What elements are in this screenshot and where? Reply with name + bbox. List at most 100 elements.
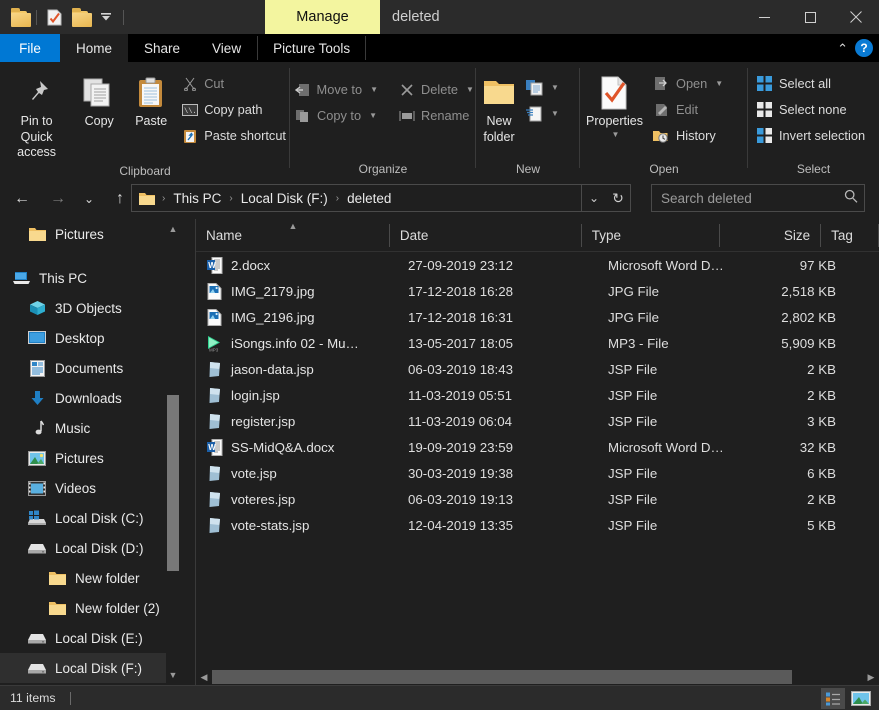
breadcrumb-item-local-disk-f[interactable]: Local Disk (F:) <box>238 191 331 206</box>
address-dropdown-button[interactable]: ⌄ <box>582 191 606 205</box>
file-name-cell[interactable]: vote.jsp <box>196 465 398 482</box>
table-row[interactable]: jason-data.jsp 06-03-2019 18:43 JSP File… <box>196 356 879 382</box>
details-view-button[interactable] <box>821 688 845 709</box>
invert-selection-button[interactable]: Invert selection <box>752 124 869 147</box>
sidebar-scrollbar[interactable]: ▲ ▼ <box>166 219 180 685</box>
breadcrumb-item-this-pc[interactable]: This PC <box>170 191 224 206</box>
easy-access-button[interactable]: ▼ <box>522 102 563 125</box>
sidebar-item-music[interactable]: Music <box>0 413 178 443</box>
file-name-cell[interactable]: W 2.docx <box>196 256 398 274</box>
select-none-button[interactable]: Select none <box>752 98 869 121</box>
maximize-button[interactable] <box>787 0 833 34</box>
chevron-down-icon-3[interactable]: ▼ <box>466 85 474 94</box>
recent-locations-button[interactable]: ⌄ <box>75 185 103 213</box>
tab-share[interactable]: Share <box>128 34 196 62</box>
tab-home[interactable]: Home <box>60 34 129 62</box>
tab-picture-tools[interactable]: Picture Tools <box>257 34 367 62</box>
sidebar-item-videos[interactable]: Videos <box>0 473 178 503</box>
forward-button[interactable]: → <box>44 185 72 213</box>
sidebar-item-local-disk-e[interactable]: Local Disk (E:) <box>0 623 178 653</box>
table-row[interactable]: W 2.docx 27-09-2019 23:12 Microsoft Word… <box>196 252 879 278</box>
move-to-button[interactable]: Move to ▼ <box>290 78 382 101</box>
sidebar-scrollbar-thumb[interactable] <box>167 395 179 571</box>
table-row[interactable]: IMG_2196.jpg 17-12-2018 16:31 JPG File 2… <box>196 304 879 330</box>
breadcrumb-item-deleted[interactable]: deleted <box>344 191 394 206</box>
paste-button[interactable]: Paste <box>125 70 177 132</box>
table-row[interactable]: vote-stats.jsp 12-04-2019 13:35 JSP File… <box>196 512 879 538</box>
chevron-up-icon[interactable]: ⌃ <box>837 42 848 55</box>
chevron-down-icon-2[interactable]: ▼ <box>369 111 377 120</box>
column-header-type[interactable]: Type <box>582 219 721 252</box>
sidebar-item-pictures-quick[interactable]: Pictures <box>0 219 178 249</box>
tab-view[interactable]: View <box>196 34 257 62</box>
scroll-up-arrow-icon[interactable]: ▲ <box>166 221 180 237</box>
chevron-down-icon-4[interactable]: ▼ <box>551 83 559 92</box>
pin-to-quick-access-button[interactable]: Pin to Quick access <box>0 70 73 163</box>
sidebar-item-local-disk-f[interactable]: Local Disk (F:) <box>0 653 178 683</box>
edit-button[interactable]: Edit <box>649 98 727 121</box>
table-row[interactable]: voteres.jsp 06-03-2019 19:13 JSP File 2 … <box>196 486 879 512</box>
paste-shortcut-button[interactable]: Paste shortcut <box>177 124 290 147</box>
sidebar-item-3d-objects[interactable]: 3D Objects <box>0 293 178 323</box>
sidebar-item-pictures[interactable]: Pictures <box>0 443 178 473</box>
delete-button[interactable]: Delete ▼ <box>394 78 478 101</box>
large-icons-view-button[interactable] <box>849 688 873 709</box>
sidebar-item-desktop[interactable]: Desktop <box>0 323 178 353</box>
file-name-cell[interactable]: IMG_2179.jpg <box>196 282 398 300</box>
new-folder-button[interactable]: New folder <box>476 70 522 147</box>
breadcrumb[interactable]: › This PC › Local Disk (F:) › deleted ⌄ … <box>131 184 631 212</box>
tab-file[interactable]: File <box>0 34 60 62</box>
properties-button[interactable]: Properties ▼ <box>580 70 649 142</box>
sidebar-item-new-folder-2[interactable]: New folder (2) <box>0 593 178 623</box>
new-item-button[interactable]: ▼ <box>522 76 563 99</box>
table-row[interactable]: register.jsp 11-03-2019 06:04 JSP File 3… <box>196 408 879 434</box>
file-name-cell[interactable]: register.jsp <box>196 413 398 430</box>
file-name-cell[interactable]: MP3 iSongs.info 02 - Mu… <box>196 335 398 352</box>
scroll-right-arrow-icon[interactable]: ▶ <box>863 669 879 685</box>
search-box[interactable] <box>651 184 865 212</box>
chevron-down-icon-7[interactable]: ▼ <box>715 79 723 88</box>
table-row[interactable]: IMG_2179.jpg 17-12-2018 16:28 JPG File 2… <box>196 278 879 304</box>
rename-button[interactable]: Rename <box>394 104 478 127</box>
search-icon[interactable] <box>844 189 858 208</box>
cut-button[interactable]: Cut <box>177 72 290 95</box>
hscroll-track[interactable] <box>212 670 863 684</box>
copy-to-button[interactable]: Copy to ▼ <box>290 104 382 127</box>
file-name-cell[interactable]: voteres.jsp <box>196 491 398 508</box>
column-header-name[interactable]: ▲ Name <box>196 219 390 252</box>
file-name-cell[interactable]: jason-data.jsp <box>196 361 398 378</box>
search-input[interactable] <box>661 190 844 206</box>
properties-icon[interactable] <box>41 4 67 30</box>
back-button[interactable]: ← <box>8 185 36 213</box>
table-row[interactable]: login.jsp 11-03-2019 05:51 JSP File 2 KB <box>196 382 879 408</box>
open-button[interactable]: Open ▼ <box>649 72 727 95</box>
copy-button[interactable]: Copy <box>73 70 125 132</box>
breadcrumb-sep-2[interactable]: › <box>331 193 344 204</box>
contextual-tab-manage[interactable]: Manage <box>265 0 380 34</box>
table-row[interactable]: MP3 iSongs.info 02 - Mu… 13-05-2017 18:0… <box>196 330 879 356</box>
new-folder-icon[interactable] <box>67 4 93 30</box>
chevron-down-icon-6[interactable]: ▼ <box>612 130 620 140</box>
sidebar-item-local-disk-c[interactable]: Local Disk (C:) <box>0 503 178 533</box>
scroll-down-arrow-icon[interactable]: ▼ <box>166 667 180 683</box>
copy-path-button[interactable]: \\.. Copy path <box>177 98 290 121</box>
help-icon[interactable]: ? <box>855 39 873 57</box>
sidebar-item-downloads[interactable]: Downloads <box>0 383 178 413</box>
customize-qat-icon[interactable] <box>93 4 119 30</box>
file-list-horizontal-scrollbar[interactable]: ◀ ▶ <box>196 669 879 685</box>
file-name-cell[interactable]: login.jsp <box>196 387 398 404</box>
minimize-button[interactable] <box>741 0 787 34</box>
history-button[interactable]: History <box>649 124 727 147</box>
hscroll-thumb[interactable] <box>212 670 792 684</box>
refresh-button[interactable]: ↻ <box>606 190 630 207</box>
column-header-tag[interactable]: Tag <box>821 219 879 252</box>
chevron-down-icon-5[interactable]: ▼ <box>551 109 559 118</box>
folder-icon[interactable] <box>6 4 32 30</box>
scroll-left-arrow-icon[interactable]: ◀ <box>196 669 212 685</box>
sidebar-item-new-folder[interactable]: New folder <box>0 563 178 593</box>
file-name-cell[interactable]: W SS-MidQ&A.docx <box>196 438 398 456</box>
sidebar-item-local-disk-d[interactable]: Local Disk (D:) <box>0 533 178 563</box>
sidebar-item-this-pc[interactable]: This PC <box>0 263 178 293</box>
close-button[interactable] <box>833 0 879 34</box>
file-name-cell[interactable]: IMG_2196.jpg <box>196 308 398 326</box>
